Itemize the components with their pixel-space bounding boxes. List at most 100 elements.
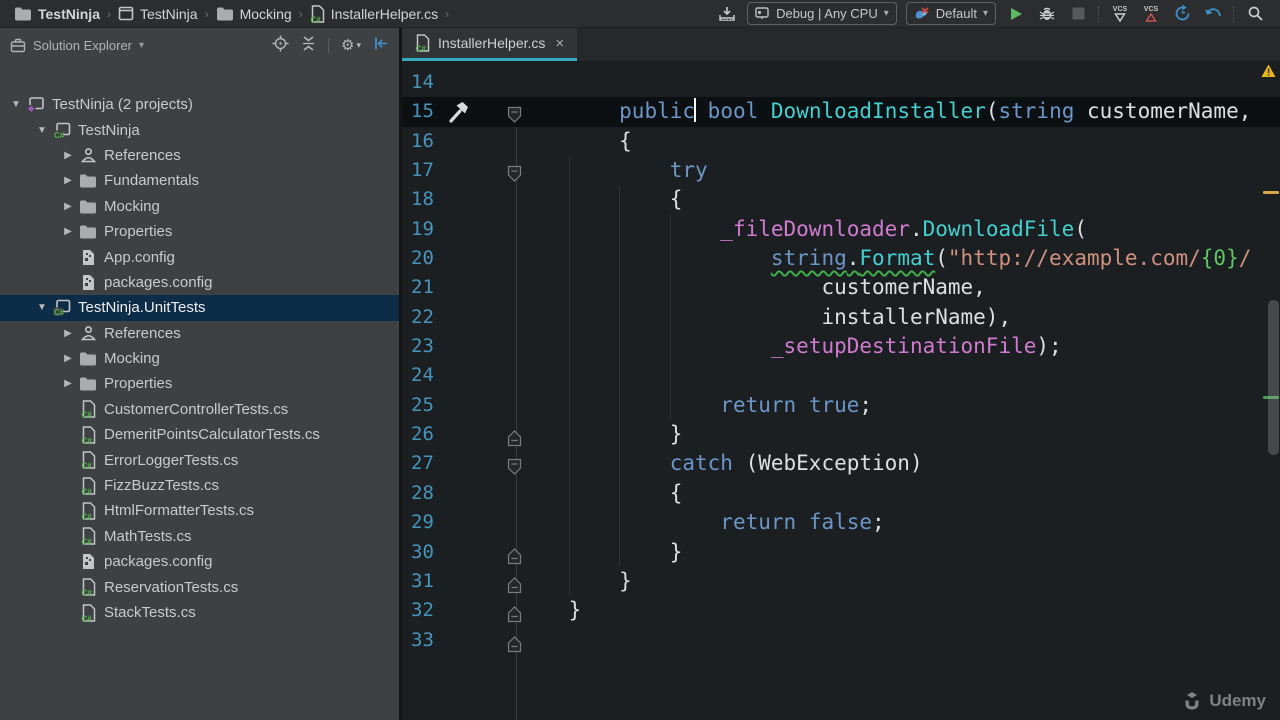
code-line-24[interactable]: 24: [402, 361, 1280, 390]
chevron-collapsed-icon[interactable]: ▶: [58, 378, 78, 389]
line-number[interactable]: 17: [411, 156, 434, 185]
code-line-26[interactable]: 26 }: [402, 420, 1280, 449]
line-number[interactable]: 26: [411, 420, 434, 449]
code-line-22[interactable]: 22 installerName),: [402, 303, 1280, 332]
code-line-32[interactable]: 32 }: [402, 596, 1280, 625]
run-configuration-select[interactable]: Debug | Any CPU ▾: [747, 2, 897, 25]
code-line-18[interactable]: 18 {: [402, 185, 1280, 214]
tree-item-references[interactable]: ▶ References: [0, 321, 399, 346]
code-token: try: [669, 158, 708, 183]
solution-explorer-title[interactable]: Solution Explorer ▾: [10, 38, 144, 53]
line-number[interactable]: 16: [411, 127, 434, 156]
tree-item-testninja[interactable]: ▼ C# TestNinja: [0, 117, 399, 142]
tree-item-demeritpointscalculatortests-cs[interactable]: C# DemeritPointsCalculatorTests.cs: [0, 422, 399, 447]
locate-file-button[interactable]: [272, 35, 289, 55]
code-line-16[interactable]: 16 {: [402, 127, 1280, 156]
code-area[interactable]: 14 15 public bool DownloadInstaller(strin…: [402, 61, 1280, 720]
close-icon[interactable]: ×: [555, 36, 564, 51]
line-number[interactable]: 31: [411, 567, 434, 596]
tree-item-htmlformattertests-cs[interactable]: C# HtmlFormatterTests.cs: [0, 498, 399, 523]
line-number[interactable]: 24: [411, 361, 434, 390]
chevron-collapsed-icon[interactable]: ▶: [58, 201, 78, 212]
code-line-31[interactable]: 31 }: [402, 567, 1280, 596]
line-number[interactable]: 23: [411, 332, 434, 361]
tree-item-mocking[interactable]: ▶ Mocking: [0, 346, 399, 371]
chevron-collapsed-icon[interactable]: ▶: [58, 175, 78, 186]
breadcrumb-item[interactable]: TestNinja: [116, 6, 200, 22]
vcs-commit-button[interactable]: VCS: [1140, 3, 1162, 25]
chevron-expanded-icon[interactable]: ▼: [32, 125, 52, 136]
tree-item-packages-config[interactable]: packages.config: [0, 549, 399, 574]
code-line-23[interactable]: 23 _setupDestinationFile);: [402, 332, 1280, 361]
code-line-28[interactable]: 28 {: [402, 479, 1280, 508]
tree-item-app-config[interactable]: App.config: [0, 244, 399, 269]
tree-item-properties[interactable]: ▶ Properties: [0, 371, 399, 396]
line-number[interactable]: 19: [411, 215, 434, 244]
chevron-collapsed-icon[interactable]: ▶: [58, 353, 78, 364]
tree-item-customercontrollertests-cs[interactable]: C# CustomerControllerTests.cs: [0, 397, 399, 422]
line-number[interactable]: 25: [411, 391, 434, 420]
line-number[interactable]: 30: [411, 538, 434, 567]
rollback-button[interactable]: [1171, 3, 1193, 25]
install-package-button[interactable]: [716, 3, 738, 25]
line-number[interactable]: 21: [411, 273, 434, 302]
project-icon: [118, 6, 134, 21]
line-number[interactable]: 28: [411, 479, 434, 508]
warning-icon[interactable]: [1261, 64, 1276, 83]
tree-item-reservationtests-cs[interactable]: C# ReservationTests.cs: [0, 574, 399, 599]
line-number[interactable]: 27: [411, 449, 434, 478]
code-line-30[interactable]: 30 }: [402, 538, 1280, 567]
tree-item-properties[interactable]: ▶ Properties: [0, 219, 399, 244]
line-number[interactable]: 32: [411, 596, 434, 625]
chevron-collapsed-icon[interactable]: ▶: [58, 328, 78, 339]
tree-item-testninja-2-projects-[interactable]: ▼ TestNinja (2 projects): [0, 92, 399, 117]
vcs-update-button[interactable]: VCS: [1109, 3, 1131, 25]
undo-button[interactable]: [1202, 3, 1224, 25]
run-button[interactable]: [1005, 3, 1027, 25]
code-line-14[interactable]: 14: [402, 68, 1280, 97]
vertical-scrollbar-thumb[interactable]: [1268, 300, 1279, 455]
tree-item-mathtests-cs[interactable]: C# MathTests.cs: [0, 524, 399, 549]
code-fold-marker-icon[interactable]: [507, 632, 522, 661]
collapse-all-button[interactable]: [301, 35, 316, 55]
chevron-collapsed-icon[interactable]: ▶: [58, 226, 78, 237]
stop-button[interactable]: [1067, 3, 1089, 25]
test-session-select[interactable]: Default ▾: [905, 2, 996, 25]
code-line-33[interactable]: 33: [402, 626, 1280, 655]
code-line-17[interactable]: 17 try: [402, 156, 1280, 185]
search-everywhere-button[interactable]: [1244, 3, 1266, 25]
tree-item-errorloggertests-cs[interactable]: C# ErrorLoggerTests.cs: [0, 447, 399, 472]
chevron-expanded-icon[interactable]: ▼: [32, 302, 52, 313]
settings-button[interactable]: ⚙ ▾: [341, 36, 361, 54]
code-line-27[interactable]: 27 catch (WebException): [402, 449, 1280, 478]
tree-item-testninja-unittests[interactable]: ▼ C# TestNinja.UnitTests: [0, 295, 399, 321]
hide-panel-button[interactable]: [373, 36, 389, 54]
tree-item-fizzbuzztests-cs[interactable]: C# FizzBuzzTests.cs: [0, 473, 399, 498]
line-number[interactable]: 14: [411, 68, 434, 97]
tree-item-packages-config[interactable]: packages.config: [0, 270, 399, 295]
scrollbar-warning-mark[interactable]: [1263, 191, 1279, 194]
tree-item-fundamentals[interactable]: ▶ Fundamentals: [0, 168, 399, 193]
line-number[interactable]: 15: [411, 97, 434, 126]
code-line-29[interactable]: 29 return false;: [402, 508, 1280, 537]
line-number[interactable]: 33: [411, 626, 434, 655]
code-line-19[interactable]: 19 _fileDownloader.DownloadFile(: [402, 215, 1280, 244]
tree-item-mocking[interactable]: ▶ Mocking: [0, 194, 399, 219]
tree-item-references[interactable]: ▶ References: [0, 143, 399, 168]
chevron-expanded-icon[interactable]: ▼: [6, 99, 26, 110]
line-number[interactable]: 22: [411, 303, 434, 332]
breadcrumb-item[interactable]: Mocking: [214, 6, 294, 22]
code-line-20[interactable]: 20 string.Format("http://example.com/{0}…: [402, 244, 1280, 273]
debug-button[interactable]: [1036, 3, 1058, 25]
code-line-15[interactable]: 15 public bool DownloadInstaller(string …: [402, 97, 1280, 127]
chevron-collapsed-icon[interactable]: ▶: [58, 150, 78, 161]
code-line-25[interactable]: 25 return true;: [402, 391, 1280, 420]
breadcrumb-item[interactable]: C# InstallerHelper.cs: [308, 4, 440, 23]
tree-item-stacktests-cs[interactable]: C# StackTests.cs: [0, 600, 399, 625]
breadcrumb-item[interactable]: TestNinja: [12, 6, 102, 22]
code-line-21[interactable]: 21 customerName,: [402, 273, 1280, 302]
tab-installerhelper[interactable]: C# InstallerHelper.cs ×: [402, 28, 578, 61]
line-number[interactable]: 18: [411, 185, 434, 214]
line-number[interactable]: 20: [411, 244, 434, 273]
line-number[interactable]: 29: [411, 508, 434, 537]
